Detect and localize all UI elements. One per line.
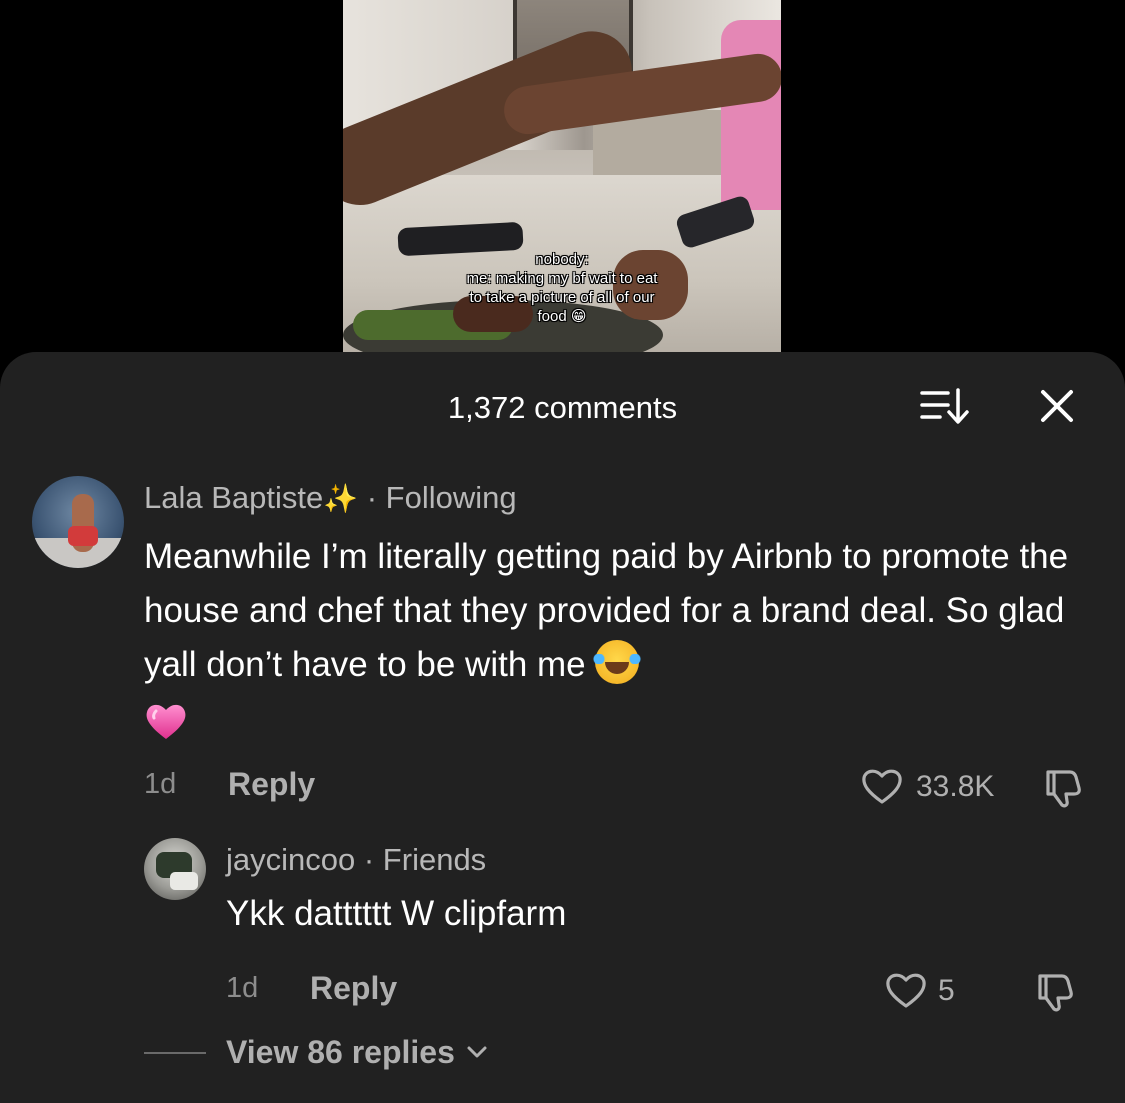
caption-line: nobody: [535,251,589,268]
avatar[interactable] [32,476,124,568]
comment-author-name[interactable]: Lala Baptiste [144,480,323,515]
like-count: 33.8K [916,770,995,803]
video-pink-top [721,20,781,210]
reply-relation: · Friends [363,842,487,877]
caption-line: to take a picture of all of our [469,289,655,306]
reply-meta: 1d Reply 5 [226,964,1106,1014]
reply-author-name[interactable]: jaycincoo [226,842,355,877]
pink-heart-emoji [144,701,188,741]
avatar-figure-outfit [68,526,98,546]
caption-line: me: making my bf wait to eat [466,270,658,287]
comment-meta: 1d Reply 33.8K [144,760,1104,810]
video-area: nobody: me: making my bf wait to eat to … [0,0,1125,360]
heart-icon[interactable] [884,970,928,1010]
chevron-down-icon [464,1036,490,1062]
reply-time: 1d [226,972,259,1004]
video-frame[interactable]: nobody: me: making my bf wait to eat to … [343,0,781,352]
reply-reply-button[interactable]: Reply [310,970,397,1007]
reply-text: Ykk datttttt W clipfarm [226,894,567,933]
view-replies-label: View 86 replies [226,1034,455,1070]
view-replies-divider [144,1052,206,1054]
reply-button[interactable]: Reply [228,766,315,803]
close-icon[interactable] [1035,384,1079,428]
comments-sheet: 1,372 comments Lala Baptiste✨ · Followin… [0,352,1125,1103]
heart-icon[interactable] [860,766,904,806]
thumbs-down-icon[interactable] [1032,970,1076,1014]
tears-of-joy-emoji [593,640,642,684]
sparkles-emoji: ✨ [323,483,359,514]
reply-avatar-object-2 [170,872,198,890]
thumbs-down-icon[interactable] [1040,766,1084,810]
reply-author-line: jaycincoo · Friends [226,842,486,878]
video-caption: nobody: me: making my bf wait to eat to … [343,250,781,326]
reply-avatar[interactable] [144,838,206,900]
sort-icon[interactable] [918,384,972,428]
view-replies-button[interactable]: View 86 replies [226,1034,490,1071]
comment-time: 1d [144,768,177,800]
comment-author-line: Lala Baptiste✨ · Following [144,480,517,516]
comment-body: Meanwhile I’m literally getting paid by … [144,530,1104,746]
caption-line: food 😁 [537,308,587,325]
comment-relation: · Following [366,480,517,515]
reply-like-count: 5 [938,974,955,1007]
